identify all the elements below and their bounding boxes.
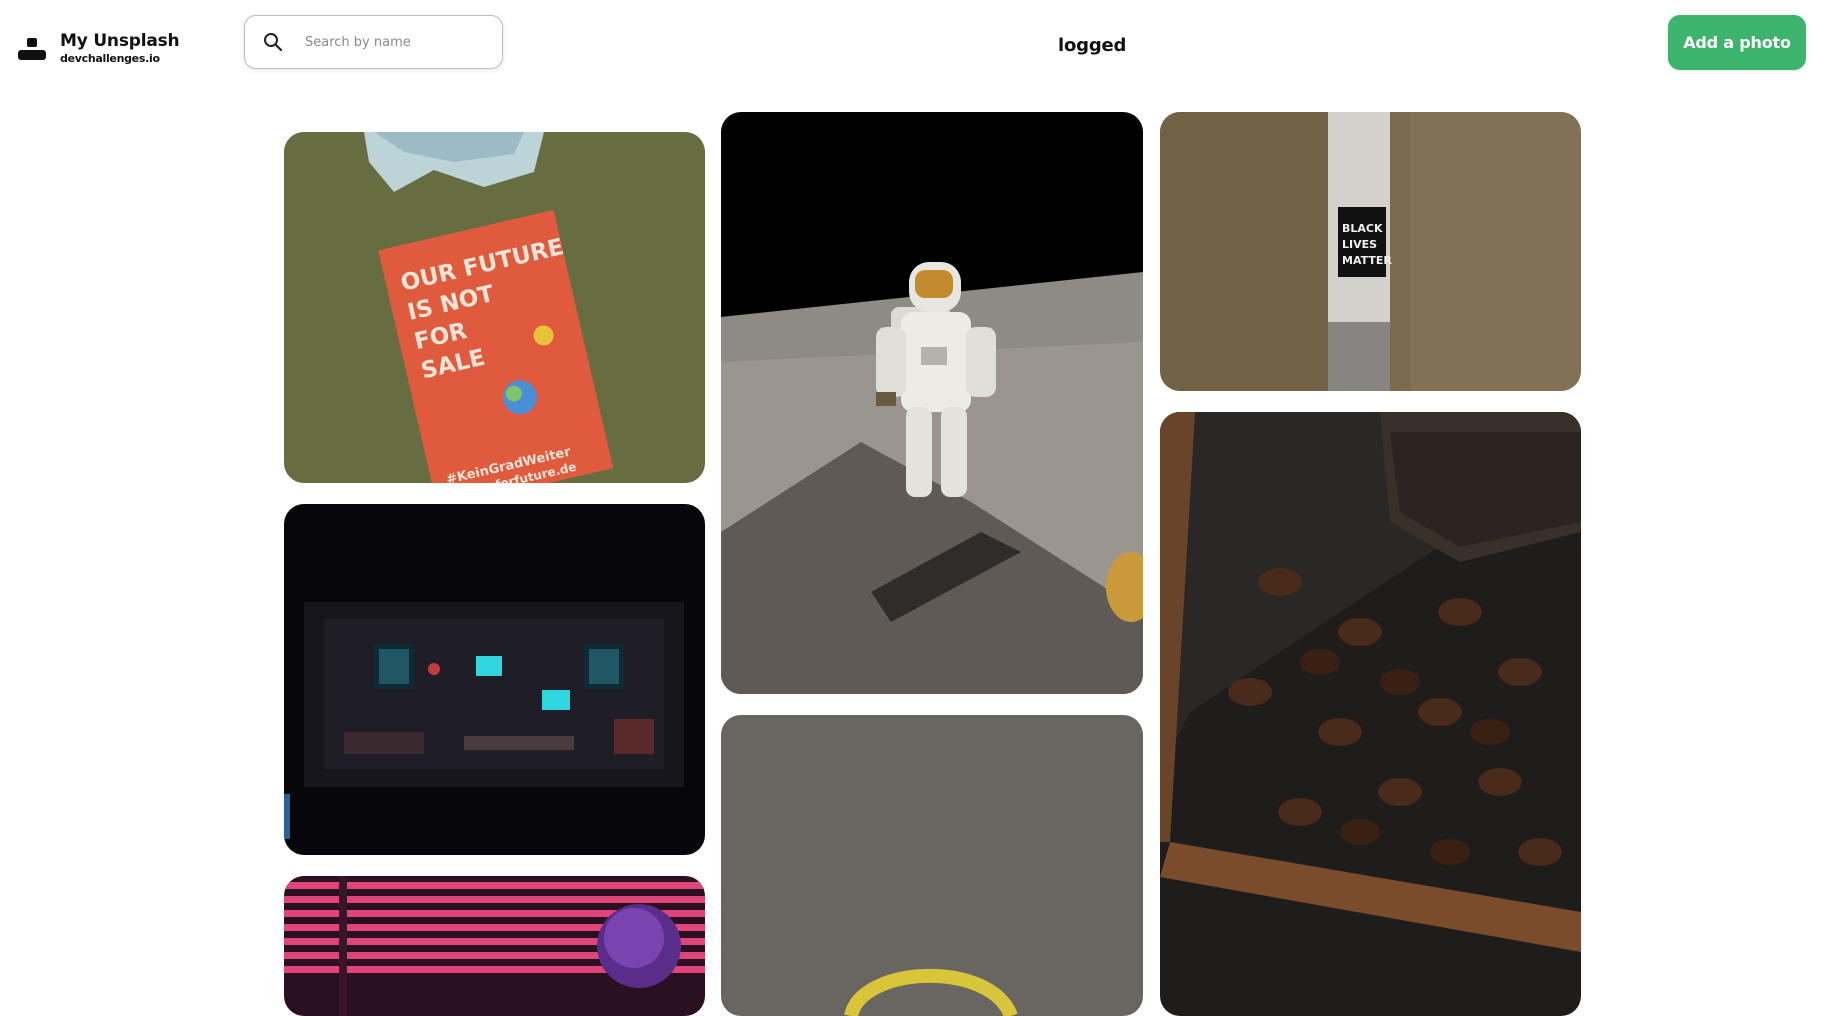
photo-pink-blinds[interactable] bbox=[284, 876, 705, 1016]
status-text: logged bbox=[1058, 35, 1127, 56]
brand-title: My Unsplash bbox=[60, 31, 180, 51]
sticker-line-1: BLACK bbox=[1342, 222, 1383, 235]
photo-astronaut-moon[interactable] bbox=[721, 112, 1143, 694]
search-box[interactable] bbox=[244, 15, 503, 69]
brand: My Unsplash devchallenges.io bbox=[60, 31, 180, 65]
brand-subtitle: devchallenges.io bbox=[60, 52, 160, 65]
sticker-line-3: MATTER bbox=[1342, 254, 1392, 267]
add-photo-button[interactable]: Add a photo bbox=[1668, 15, 1806, 70]
logo[interactable]: My Unsplash devchallenges.io bbox=[18, 31, 180, 65]
photo-coffee-beans[interactable] bbox=[1160, 412, 1581, 1016]
photo-pixel-room[interactable] bbox=[284, 504, 705, 855]
user-icon bbox=[18, 35, 48, 63]
search-input[interactable] bbox=[305, 34, 465, 50]
photo-asphalt[interactable] bbox=[721, 715, 1143, 1016]
photo-blm-pole[interactable]: BLACK LIVES MATTER bbox=[1160, 112, 1581, 391]
sticker-line-2: LIVES bbox=[1342, 238, 1377, 251]
photo-protest-poster[interactable]: OUR FUTURE IS NOT FOR SALE #KeinGradWeit… bbox=[284, 132, 705, 483]
search-icon bbox=[264, 33, 283, 52]
